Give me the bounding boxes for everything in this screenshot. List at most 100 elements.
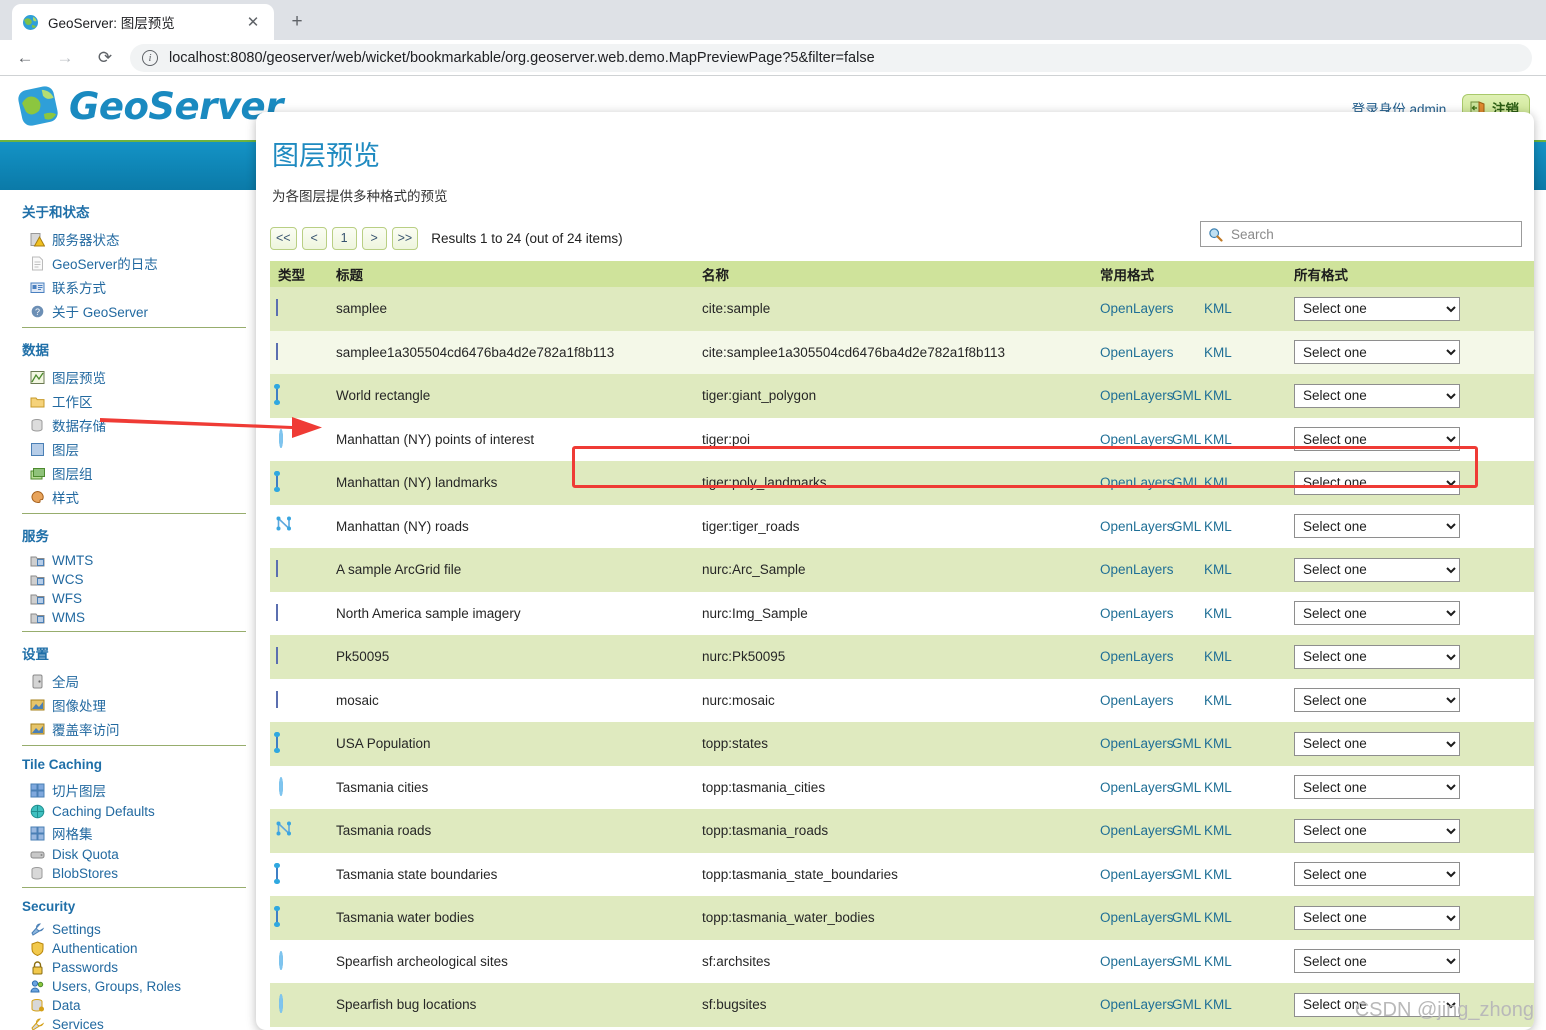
format-link-kml[interactable]: KML [1204, 867, 1232, 882]
sidebar-item-disk-quota[interactable]: Disk Quota [22, 845, 246, 864]
all-formats-select[interactable]: Select one [1294, 688, 1460, 713]
format-link-kml[interactable]: KML [1204, 562, 1232, 577]
sidebar-item-[interactable]: 联系方式 [22, 275, 246, 299]
format-link-kml[interactable]: KML [1204, 475, 1232, 490]
all-formats-select[interactable]: Select one [1294, 514, 1460, 539]
sidebar-item-users-groups-roles[interactable]: Users, Groups, Roles [22, 977, 246, 996]
format-link-openlayers[interactable]: OpenLayers [1100, 954, 1174, 969]
site-info-icon[interactable]: i [142, 49, 158, 66]
sidebar-item-authentication[interactable]: Authentication [22, 939, 246, 958]
column-header-type[interactable]: 类型 [270, 261, 330, 287]
format-link-kml[interactable]: KML [1204, 301, 1232, 316]
format-link-gml[interactable]: GML [1172, 954, 1204, 969]
format-link-gml[interactable]: GML [1172, 780, 1204, 795]
sidebar-item-[interactable]: 数据存储 [22, 413, 246, 437]
sidebar-item-[interactable]: 图层 [22, 437, 246, 461]
format-link-kml[interactable]: KML [1204, 693, 1232, 708]
sidebar-item-blobstores[interactable]: BlobStores [22, 864, 246, 883]
close-icon[interactable]: ✕ [242, 11, 264, 33]
format-link-openlayers[interactable]: OpenLayers [1100, 910, 1174, 925]
format-link-openlayers[interactable]: OpenLayers [1100, 649, 1174, 664]
all-formats-select[interactable]: Select one [1294, 601, 1460, 626]
sidebar-item-data[interactable]: Data [22, 996, 246, 1015]
all-formats-select[interactable]: Select one [1294, 905, 1460, 930]
pager-next-button[interactable]: > [361, 226, 387, 250]
format-link-openlayers[interactable]: OpenLayers [1100, 867, 1174, 882]
format-link-kml[interactable]: KML [1204, 910, 1232, 925]
all-formats-select[interactable]: Select one [1294, 296, 1460, 321]
sidebar-item-[interactable]: 覆盖率访问 [22, 717, 246, 741]
address-bar[interactable]: i localhost:8080/geoserver/web/wicket/bo… [130, 43, 1532, 72]
sidebar-item-[interactable]: 切片图层 [22, 778, 246, 802]
format-link-kml[interactable]: KML [1204, 997, 1232, 1012]
format-link-gml[interactable]: GML [1172, 475, 1204, 490]
back-icon[interactable]: ← [10, 43, 40, 73]
format-link-kml[interactable]: KML [1204, 606, 1232, 621]
sidebar-item-services[interactable]: Services [22, 1015, 246, 1030]
sidebar-item-geoserver[interactable]: GeoServer的日志 [22, 251, 246, 275]
format-link-kml[interactable]: KML [1204, 780, 1232, 795]
format-link-gml[interactable]: GML [1172, 910, 1204, 925]
pager-page-1-button[interactable]: 1 [331, 226, 357, 250]
format-link-gml[interactable]: GML [1172, 736, 1204, 751]
format-link-kml[interactable]: KML [1204, 954, 1232, 969]
format-link-kml[interactable]: KML [1204, 432, 1232, 447]
format-link-kml[interactable]: KML [1204, 519, 1232, 534]
format-link-openlayers[interactable]: OpenLayers [1100, 736, 1174, 751]
sidebar-item-[interactable]: 图像处理 [22, 693, 246, 717]
format-link-openlayers[interactable]: OpenLayers [1100, 519, 1174, 534]
format-link-kml[interactable]: KML [1204, 345, 1232, 360]
sidebar-item-caching-defaults[interactable]: Caching Defaults [22, 802, 246, 821]
search-input[interactable] [1229, 225, 1514, 243]
format-link-openlayers[interactable]: OpenLayers [1100, 606, 1174, 621]
browser-tab[interactable]: GeoServer: 图层预览 ✕ [12, 4, 274, 40]
sidebar-item-wcs[interactable]: WCS [22, 570, 246, 589]
format-link-openlayers[interactable]: OpenLayers [1100, 997, 1174, 1012]
format-link-openlayers[interactable]: OpenLayers [1100, 475, 1174, 490]
geoserver-logo[interactable]: GeoServer [14, 82, 283, 130]
all-formats-select[interactable]: Select one [1294, 427, 1460, 452]
format-link-kml[interactable]: KML [1204, 388, 1232, 403]
sidebar-item-wfs[interactable]: WFS [22, 589, 246, 608]
format-link-gml[interactable]: GML [1172, 867, 1204, 882]
format-link-openlayers[interactable]: OpenLayers [1100, 693, 1174, 708]
format-link-gml[interactable]: GML [1172, 823, 1204, 838]
format-link-openlayers[interactable]: OpenLayers [1100, 562, 1174, 577]
format-link-gml[interactable]: GML [1172, 997, 1204, 1012]
pager-first-button[interactable]: << [270, 226, 297, 250]
all-formats-select[interactable]: Select one [1294, 340, 1460, 365]
all-formats-select[interactable]: Select one [1294, 731, 1460, 756]
format-link-kml[interactable]: KML [1204, 823, 1232, 838]
format-link-kml[interactable]: KML [1204, 736, 1232, 751]
format-link-openlayers[interactable]: OpenLayers [1100, 388, 1174, 403]
column-header-name[interactable]: 名称 [696, 261, 1094, 287]
format-link-gml[interactable]: GML [1172, 432, 1204, 447]
forward-icon[interactable]: → [50, 43, 80, 73]
pager-prev-button[interactable]: < [301, 226, 327, 250]
sidebar-item-wmts[interactable]: WMTS [22, 551, 246, 570]
format-link-gml[interactable]: GML [1172, 519, 1204, 534]
format-link-openlayers[interactable]: OpenLayers [1100, 823, 1174, 838]
sidebar-item-[interactable]: 图层预览 [22, 365, 246, 389]
sidebar-item-[interactable]: 网格集 [22, 821, 246, 845]
sidebar-item-[interactable]: 服务器状态 [22, 227, 246, 251]
all-formats-select[interactable]: Select one [1294, 383, 1460, 408]
search-box[interactable] [1200, 221, 1522, 247]
pager-last-button[interactable]: >> [391, 226, 419, 250]
all-formats-select[interactable]: Select one [1294, 949, 1460, 974]
sidebar-item-geoserver[interactable]: ? 关于 GeoServer [22, 299, 246, 323]
format-link-openlayers[interactable]: OpenLayers [1100, 345, 1174, 360]
reload-icon[interactable]: ⟳ [90, 43, 120, 73]
format-link-openlayers[interactable]: OpenLayers [1100, 432, 1174, 447]
all-formats-select[interactable]: Select one [1294, 644, 1460, 669]
sidebar-item-[interactable]: 全局 [22, 669, 246, 693]
sidebar-item-[interactable]: 样式 [22, 485, 246, 509]
new-tab-icon[interactable]: + [283, 8, 311, 36]
all-formats-select[interactable]: Select one [1294, 557, 1460, 582]
sidebar-item-[interactable]: 工作区 [22, 389, 246, 413]
column-header-title[interactable]: 标题 [330, 261, 696, 287]
sidebar-item-settings[interactable]: Settings [22, 920, 246, 939]
format-link-openlayers[interactable]: OpenLayers [1100, 301, 1174, 316]
format-link-gml[interactable]: GML [1172, 388, 1204, 403]
all-formats-select[interactable]: Select one [1294, 862, 1460, 887]
